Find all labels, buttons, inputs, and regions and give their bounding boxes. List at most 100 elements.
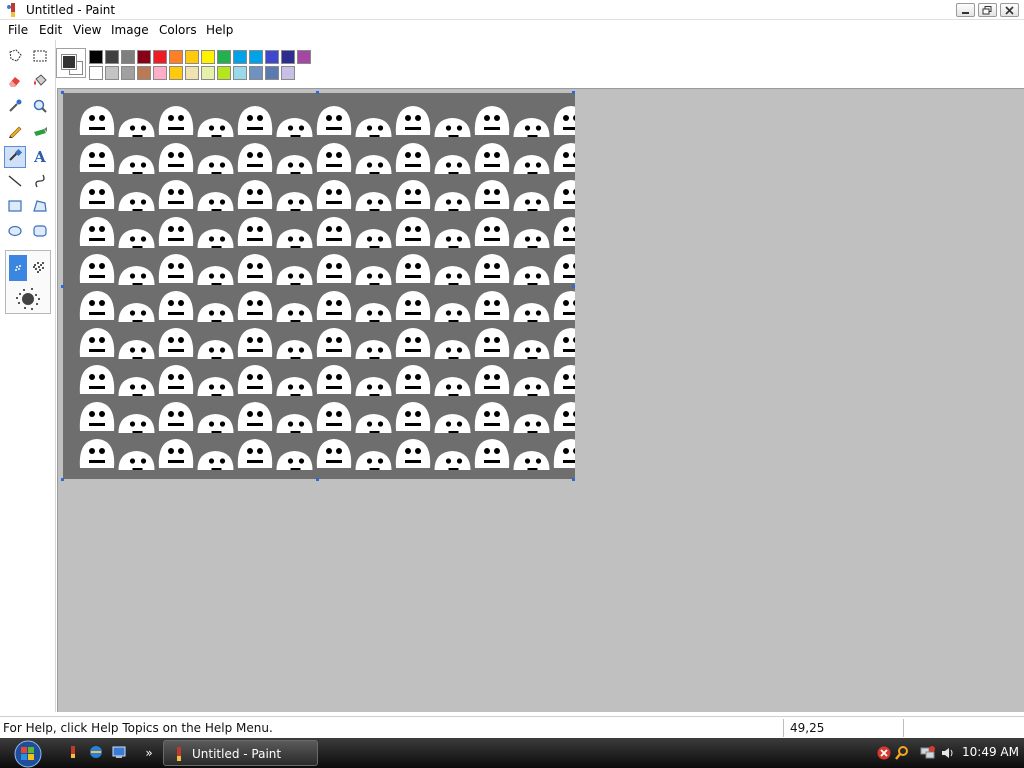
rect-select-icon — [32, 48, 48, 67]
search-icon[interactable] — [894, 745, 910, 761]
resize-handle-sw[interactable] — [61, 478, 64, 481]
polygon-icon — [32, 198, 48, 217]
drawn-face — [355, 340, 392, 359]
quicklaunch-browser[interactable] — [87, 744, 105, 762]
start-button[interactable] — [8, 739, 48, 768]
menu-help[interactable]: Help — [206, 23, 233, 37]
drawn-face — [553, 365, 575, 394]
quicklaunch-desktop[interactable] — [110, 744, 128, 762]
resize-handle-s[interactable] — [316, 478, 319, 481]
resize-handle-e[interactable] — [572, 285, 575, 288]
line-tool[interactable] — [4, 171, 26, 193]
drawn-face — [158, 106, 194, 135]
security-alert-icon[interactable] — [876, 745, 892, 761]
palette-swatch[interactable] — [185, 50, 199, 64]
current-colors[interactable] — [56, 48, 86, 78]
close-button[interactable] — [1000, 3, 1019, 17]
palette-swatch[interactable] — [249, 50, 263, 64]
drawn-face — [474, 217, 510, 246]
drawn-face — [513, 266, 550, 285]
brush-tool[interactable] — [29, 121, 51, 143]
palette-swatch[interactable] — [153, 50, 167, 64]
airbrush-size-small[interactable] — [9, 255, 27, 281]
menu-image[interactable]: Image — [111, 23, 149, 37]
palette-swatch[interactable] — [281, 50, 295, 64]
network-icon[interactable] — [920, 745, 936, 761]
palette-swatch[interactable] — [233, 66, 247, 80]
minimize-button[interactable] — [956, 3, 975, 17]
drawn-face — [395, 143, 431, 172]
foreground-color-swatch — [61, 54, 77, 70]
drawn-face — [158, 217, 194, 246]
palette-swatch[interactable] — [137, 66, 151, 80]
palette-swatch[interactable] — [121, 50, 135, 64]
restore-button[interactable] — [978, 3, 997, 17]
status-divider — [783, 719, 784, 737]
palette-swatch[interactable] — [297, 50, 311, 64]
drawn-face — [276, 303, 313, 322]
palette-swatch[interactable] — [217, 66, 231, 80]
resize-handle-n[interactable] — [316, 91, 319, 94]
palette-swatch[interactable] — [265, 50, 279, 64]
palette-swatch[interactable] — [89, 50, 103, 64]
drawn-face — [79, 439, 115, 468]
ellipse-tool[interactable] — [4, 221, 26, 243]
volume-icon[interactable] — [940, 745, 956, 761]
menu-colors[interactable]: Colors — [159, 23, 197, 37]
palette-swatch[interactable] — [185, 66, 199, 80]
palette-swatch[interactable] — [201, 50, 215, 64]
drawn-face — [316, 402, 352, 431]
palette-swatch[interactable] — [217, 50, 231, 64]
quicklaunch-paint[interactable] — [64, 744, 82, 762]
rectangle-tool[interactable] — [4, 196, 26, 218]
drawn-face — [474, 328, 510, 357]
free-form-select-tool[interactable] — [4, 46, 26, 68]
palette-swatch[interactable] — [233, 50, 247, 64]
polygon-tool[interactable] — [29, 196, 51, 218]
palette-swatch[interactable] — [137, 50, 151, 64]
magnifier-tool[interactable] — [29, 96, 51, 118]
palette-swatch[interactable] — [169, 66, 183, 80]
menu-file[interactable]: File — [8, 23, 28, 37]
palette-swatch[interactable] — [121, 66, 135, 80]
airbrush-size-medium[interactable] — [30, 255, 48, 281]
palette-swatch[interactable] — [89, 66, 103, 80]
palette-swatch[interactable] — [105, 66, 119, 80]
canvas-workspace — [57, 88, 1024, 712]
resize-handle-nw[interactable] — [61, 91, 64, 94]
pencil-tool[interactable] — [4, 121, 26, 143]
taskbar-item-paint[interactable]: Untitled - Paint — [163, 740, 318, 766]
menu-edit[interactable]: Edit — [39, 23, 62, 37]
resize-handle-ne[interactable] — [572, 91, 575, 94]
rect-select-tool[interactable] — [29, 46, 51, 68]
resize-handle-w[interactable] — [61, 285, 64, 288]
palette-swatch[interactable] — [153, 66, 167, 80]
eraser-tool[interactable] — [4, 71, 26, 93]
fill-bucket-icon — [32, 73, 48, 92]
drawn-face — [276, 340, 313, 359]
resize-handle-se[interactable] — [572, 478, 575, 481]
palette-swatch[interactable] — [105, 50, 119, 64]
quicklaunch-overflow[interactable]: » — [140, 744, 158, 762]
airbrush-size-large[interactable] — [14, 285, 42, 313]
curve-tool[interactable] — [29, 171, 51, 193]
menu-view[interactable]: View — [73, 23, 101, 37]
drawn-face — [513, 377, 550, 396]
text-tool[interactable]: A — [29, 146, 51, 168]
drawn-face — [316, 291, 352, 320]
drawn-face — [79, 106, 115, 135]
drawn-face — [395, 365, 431, 394]
palette-swatch[interactable] — [201, 66, 215, 80]
status-help-text: For Help, click Help Topics on the Help … — [3, 721, 273, 735]
drawn-face — [276, 451, 313, 470]
fill-tool[interactable] — [29, 71, 51, 93]
drawing-canvas[interactable] — [63, 93, 575, 479]
palette-swatch[interactable] — [281, 66, 295, 80]
airbrush-tool[interactable] — [4, 146, 26, 168]
rounded-rectangle-tool[interactable] — [29, 221, 51, 243]
toolbox: A — [0, 40, 56, 712]
color-picker-tool[interactable] — [4, 96, 26, 118]
palette-swatch[interactable] — [169, 50, 183, 64]
palette-swatch[interactable] — [265, 66, 279, 80]
palette-swatch[interactable] — [249, 66, 263, 80]
